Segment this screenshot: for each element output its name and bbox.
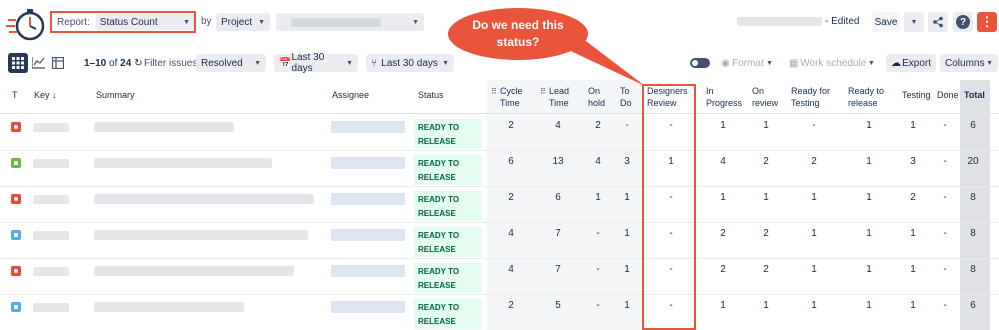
annotation-callout: Do we need this status? [448,8,588,60]
callout-text-line2: status? [496,35,540,49]
callout-text-line1: Do we need this [472,18,564,32]
